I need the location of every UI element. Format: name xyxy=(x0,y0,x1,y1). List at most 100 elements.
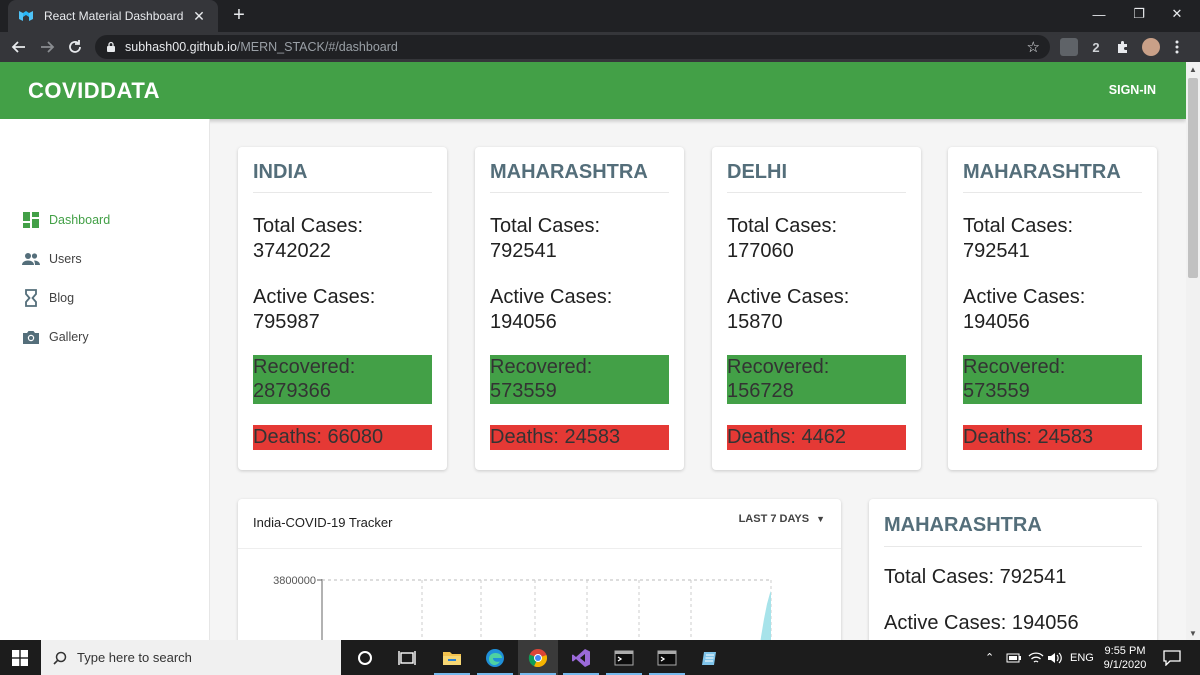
sign-in-button[interactable]: SIGN-IN xyxy=(1109,83,1156,97)
material-ui-logo-icon xyxy=(19,11,33,21)
page-scrollbar[interactable]: ▲ ▼ xyxy=(1186,62,1200,640)
tracker-chart: 3800000 xyxy=(273,575,772,640)
recovered-label: Recovered: xyxy=(253,356,356,378)
edge-browser-icon[interactable] xyxy=(475,640,515,675)
sidebar-item-users[interactable]: Users xyxy=(22,248,82,270)
sidebar-item-label: Blog xyxy=(49,291,75,305)
sidebar: Dashboard Users Blog Gallery xyxy=(0,119,210,640)
file-explorer-icon[interactable] xyxy=(432,640,472,675)
windows-start-icon[interactable] xyxy=(12,650,28,666)
deaths-box: Deaths: 24583 xyxy=(490,425,669,450)
recovered-box: Recovered: 156728 xyxy=(727,355,906,404)
scroll-up-icon[interactable]: ▲ xyxy=(1186,62,1200,76)
tracker-chart-card: India-COVID-19 Tracker LAST 7 DAYS ▼ 380… xyxy=(238,499,841,640)
range-dropdown[interactable]: LAST 7 DAYS ▼ xyxy=(739,513,825,525)
search-icon xyxy=(53,651,67,665)
dashboard-page: COVIDDATA SIGN-IN Dashboard Users Blog G… xyxy=(0,62,1186,640)
chrome-menu-icon[interactable] xyxy=(1168,38,1186,56)
browser-tab[interactable]: React Material Dashboard ✕ xyxy=(8,0,218,32)
new-tab-button[interactable]: + xyxy=(228,4,250,26)
tab-close-icon[interactable]: ✕ xyxy=(190,8,208,25)
dashboard-icon xyxy=(23,212,39,228)
stat-card-maharashtra: MAHARASHTRA Total Cases: 792541 Active C… xyxy=(475,147,684,470)
clock-date: 9/1/2020 xyxy=(1103,659,1147,671)
back-arrow-icon[interactable] xyxy=(8,36,30,58)
task-view-icon[interactable] xyxy=(387,640,427,675)
sidebar-item-blog[interactable]: Blog xyxy=(22,287,74,309)
sidebar-item-gallery[interactable]: Gallery xyxy=(22,326,89,348)
total-cases-value: 792541 xyxy=(963,240,1030,262)
puzzle-extensions-icon[interactable] xyxy=(1114,38,1132,56)
card-title: INDIA xyxy=(253,161,308,183)
show-hidden-icons-icon[interactable]: ⌃ xyxy=(985,640,994,675)
reload-icon[interactable] xyxy=(64,36,86,58)
card-divider xyxy=(253,192,432,193)
active-cases-label: Active Cases: xyxy=(727,286,850,308)
total-cases-label: Total Cases: xyxy=(490,215,601,237)
total-cases-value: 177060 xyxy=(727,240,794,262)
deaths-box: Deaths: 24583 xyxy=(963,425,1142,450)
browser-tab-strip: React Material Dashboard ✕ + — ❐ ✕ xyxy=(0,0,1200,32)
scroll-thumb[interactable] xyxy=(1188,78,1198,278)
total-cases-label: Total Cases: xyxy=(253,215,364,237)
app-bar: COVIDDATA SIGN-IN xyxy=(0,62,1186,119)
extension-icon[interactable] xyxy=(1060,38,1078,56)
close-window-button[interactable]: ✕ xyxy=(1154,0,1200,28)
deaths-box: Deaths: 66080 xyxy=(253,425,432,450)
cortana-icon[interactable] xyxy=(345,640,385,675)
sidebar-item-label: Dashboard xyxy=(49,213,111,227)
recovered-label: Recovered: xyxy=(963,356,1066,378)
tab-title: React Material Dashboard xyxy=(44,9,184,23)
profile-avatar[interactable] xyxy=(1142,38,1160,56)
sidebar-item-label: Gallery xyxy=(49,330,89,344)
brand-title[interactable]: COVIDDATA xyxy=(28,78,160,104)
camera-icon xyxy=(23,331,39,344)
recovered-value: 2879366 xyxy=(253,380,331,402)
side-summary-card: MAHARASHTRA Total Cases: 792541 Active C… xyxy=(869,499,1157,640)
active-cases-label: Active Cases: xyxy=(490,286,613,308)
notifications-icon[interactable] xyxy=(1163,640,1181,675)
card-title: MAHARASHTRA xyxy=(884,514,1042,536)
address-bar[interactable]: subhash00.github.io /MERN_STACK/#/dashbo… xyxy=(95,35,1050,59)
sidebar-item-label: Users xyxy=(49,252,82,266)
total-cases-label: Total Cases: xyxy=(963,215,1074,237)
recovered-label: Recovered: xyxy=(727,356,830,378)
card-title: MAHARASHTRA xyxy=(963,161,1121,183)
stat-card-maharashtra-2: MAHARASHTRA Total Cases: 792541 Active C… xyxy=(948,147,1157,470)
y-tick-label: 3800000 xyxy=(273,575,316,587)
hourglass-icon xyxy=(25,289,37,307)
taskbar-clock[interactable]: 9:55 PM 9/1/2020 xyxy=(1098,644,1152,672)
terminal-icon[interactable] xyxy=(604,640,644,675)
active-cases-label: Active Cases: xyxy=(963,286,1086,308)
extension-badge-icon[interactable]: 2 xyxy=(1087,38,1105,56)
deaths-box: Deaths: 4462 xyxy=(727,425,906,450)
card-divider xyxy=(490,192,669,193)
card-title: MAHARASHTRA xyxy=(490,161,648,183)
language-indicator[interactable]: ENG xyxy=(1070,640,1094,675)
recovered-box: Recovered: 573559 xyxy=(490,355,669,404)
card-divider xyxy=(963,192,1142,193)
total-cases-label: Total Cases: xyxy=(727,215,838,237)
bookmark-star-icon[interactable]: ☆ xyxy=(1027,38,1040,56)
terminal-icon-2[interactable] xyxy=(647,640,687,675)
sidebar-item-dashboard[interactable]: Dashboard xyxy=(22,209,110,231)
battery-icon[interactable] xyxy=(1006,640,1022,675)
lock-icon xyxy=(107,41,115,52)
windows-taskbar: Type here to search ⌃ ENG 9:55 PM 9/1/20… xyxy=(0,640,1200,675)
wifi-icon[interactable] xyxy=(1028,640,1044,675)
forward-arrow-icon[interactable] xyxy=(36,36,58,58)
scroll-down-icon[interactable]: ▼ xyxy=(1186,626,1200,640)
card-divider xyxy=(727,192,906,193)
notepad-icon[interactable] xyxy=(690,640,730,675)
card-divider xyxy=(884,546,1142,547)
series-area xyxy=(760,591,771,640)
total-cases-value: 3742022 xyxy=(253,240,331,262)
volume-icon[interactable] xyxy=(1047,640,1063,675)
visual-studio-icon[interactable] xyxy=(561,640,601,675)
chrome-browser-icon[interactable] xyxy=(518,640,558,675)
active-cases-value: 15870 xyxy=(727,311,783,333)
chart-title: India-COVID-19 Tracker xyxy=(253,515,393,530)
recovered-label: Recovered: xyxy=(490,356,593,378)
taskbar-search-input[interactable]: Type here to search xyxy=(41,640,341,675)
active-cases-value: 194056 xyxy=(490,311,557,333)
